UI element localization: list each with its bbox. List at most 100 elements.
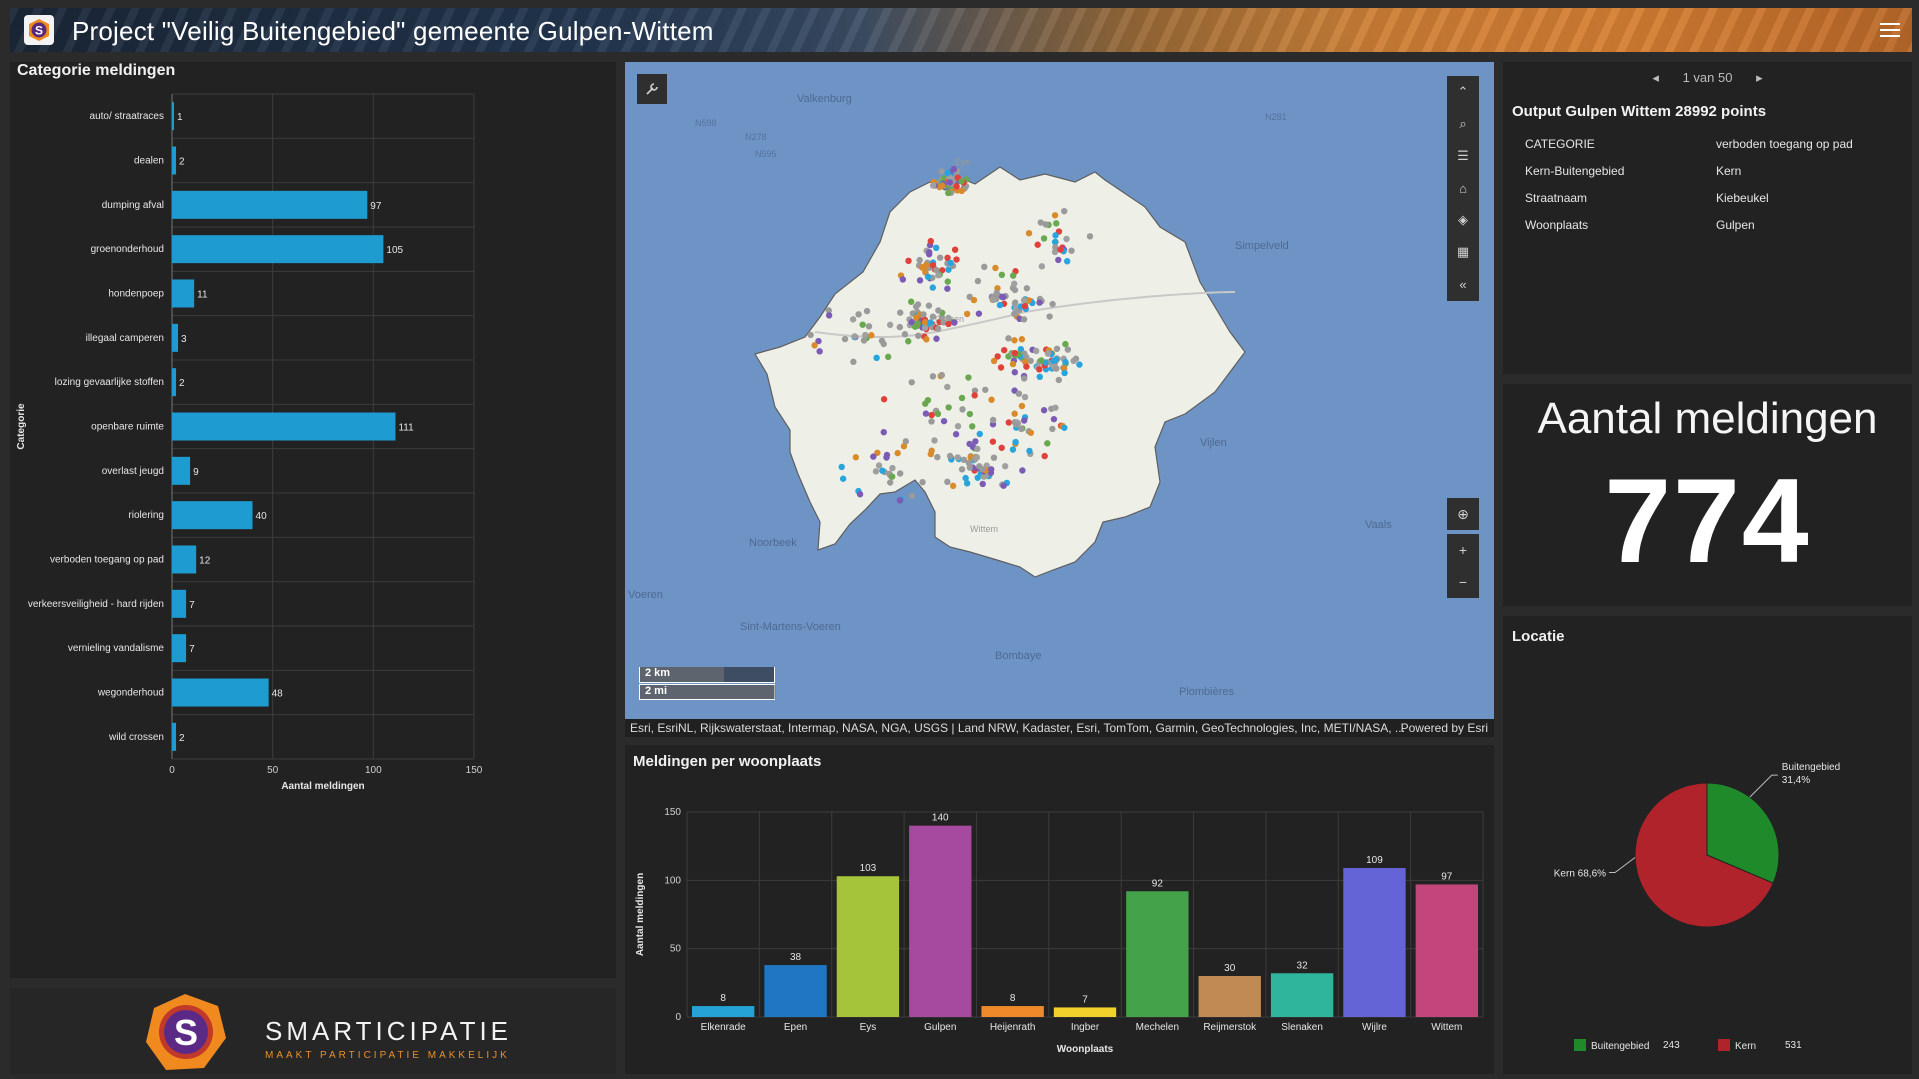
- woonplaats-bar[interactable]: [836, 876, 900, 1017]
- incident-point[interactable]: [953, 256, 960, 263]
- incident-point[interactable]: [886, 479, 894, 486]
- incident-point[interactable]: [894, 449, 901, 457]
- incident-point[interactable]: [880, 340, 887, 348]
- category-bar[interactable]: [172, 279, 195, 308]
- category-bar[interactable]: [172, 323, 179, 352]
- category-bar[interactable]: [172, 501, 253, 530]
- incident-point[interactable]: [927, 319, 934, 326]
- incident-point[interactable]: [1011, 310, 1018, 318]
- incident-point[interactable]: [949, 482, 957, 490]
- woonplaats-bar[interactable]: [764, 965, 827, 1017]
- incident-point[interactable]: [905, 257, 912, 265]
- incident-point[interactable]: [924, 273, 932, 280]
- incident-point[interactable]: [973, 454, 981, 461]
- incident-point[interactable]: [1023, 363, 1030, 370]
- incident-point[interactable]: [1013, 421, 1020, 428]
- basemap-icon[interactable]: ▦: [1447, 236, 1479, 268]
- expand-icon[interactable]: «: [1447, 268, 1479, 300]
- incident-point[interactable]: [1038, 263, 1046, 270]
- incident-point[interactable]: [1001, 346, 1008, 354]
- incident-point[interactable]: [896, 323, 904, 331]
- next-icon[interactable]: ▸: [1756, 70, 1763, 85]
- incident-point[interactable]: [936, 254, 944, 261]
- incident-point[interactable]: [945, 404, 952, 411]
- incident-point[interactable]: [1027, 357, 1034, 365]
- incident-point[interactable]: [896, 497, 904, 504]
- incident-point[interactable]: [1068, 247, 1075, 254]
- incident-point[interactable]: [1057, 246, 1064, 253]
- incident-point[interactable]: [1044, 440, 1051, 447]
- woonplaats-bar[interactable]: [1415, 884, 1478, 1017]
- incident-point[interactable]: [944, 278, 951, 285]
- incident-point[interactable]: [852, 454, 860, 461]
- collapse-icon[interactable]: ⌃: [1447, 76, 1479, 108]
- incident-point[interactable]: [855, 311, 862, 318]
- incident-point[interactable]: [1011, 369, 1019, 376]
- incident-point[interactable]: [880, 428, 887, 436]
- incident-point[interactable]: [920, 311, 927, 318]
- powered-by-esri[interactable]: Powered by Esri: [1401, 721, 1488, 735]
- incident-point[interactable]: [1040, 235, 1048, 242]
- incident-point[interactable]: [1086, 233, 1094, 240]
- incident-point[interactable]: [1020, 297, 1028, 304]
- category-bar[interactable]: [172, 368, 177, 397]
- map-edit-tool-button[interactable]: [637, 74, 667, 104]
- incident-point[interactable]: [951, 319, 958, 326]
- incident-point[interactable]: [992, 264, 999, 272]
- woonplaats-bar[interactable]: [1198, 976, 1261, 1017]
- incident-point[interactable]: [959, 406, 966, 413]
- incident-point[interactable]: [1053, 345, 1061, 353]
- map-view[interactable]: Valkenburg Simpelveld Vijlen Vaals Noorb…: [625, 62, 1494, 720]
- incident-point[interactable]: [851, 333, 858, 340]
- incident-point[interactable]: [998, 271, 1006, 279]
- incident-point[interactable]: [908, 298, 915, 305]
- incident-point[interactable]: [860, 337, 868, 344]
- woonplaats-bar[interactable]: [909, 825, 972, 1017]
- incident-point[interactable]: [1005, 419, 1012, 426]
- incident-point[interactable]: [938, 168, 945, 175]
- incident-point[interactable]: [945, 314, 952, 322]
- incident-point[interactable]: [958, 187, 965, 195]
- incident-point[interactable]: [929, 373, 937, 380]
- incident-point[interactable]: [1021, 302, 1029, 310]
- incident-point[interactable]: [951, 246, 959, 253]
- incident-point[interactable]: [1023, 285, 1031, 292]
- incident-point[interactable]: [868, 332, 875, 339]
- incident-point[interactable]: [916, 256, 923, 264]
- woonplaats-bar[interactable]: [1053, 1007, 1117, 1017]
- incident-point[interactable]: [838, 463, 845, 471]
- incident-point[interactable]: [929, 284, 936, 291]
- category-bar[interactable]: [172, 412, 396, 441]
- category-bar[interactable]: [172, 235, 384, 264]
- incident-point[interactable]: [925, 302, 933, 309]
- incident-point[interactable]: [1000, 482, 1007, 489]
- incident-point[interactable]: [908, 379, 915, 386]
- incident-point[interactable]: [1064, 346, 1072, 353]
- incident-point[interactable]: [974, 474, 981, 481]
- incident-point[interactable]: [850, 358, 857, 366]
- category-bar[interactable]: [172, 102, 175, 131]
- incident-point[interactable]: [945, 189, 952, 197]
- incident-point[interactable]: [1021, 393, 1029, 401]
- incident-point[interactable]: [1009, 360, 1017, 368]
- incident-point[interactable]: [1020, 316, 1028, 323]
- incident-point[interactable]: [944, 285, 951, 292]
- incident-point[interactable]: [886, 321, 894, 329]
- incident-point[interactable]: [1052, 232, 1059, 239]
- incident-point[interactable]: [901, 331, 909, 338]
- incident-point[interactable]: [1019, 467, 1026, 474]
- incident-point[interactable]: [816, 348, 823, 355]
- incident-point[interactable]: [940, 417, 948, 425]
- incident-point[interactable]: [1012, 438, 1019, 446]
- incident-point[interactable]: [931, 437, 938, 444]
- incident-point[interactable]: [841, 335, 849, 343]
- incident-point[interactable]: [928, 411, 935, 419]
- incident-point[interactable]: [928, 418, 935, 425]
- incident-point[interactable]: [1020, 375, 1028, 382]
- incident-point[interactable]: [965, 374, 972, 381]
- incident-point[interactable]: [1044, 350, 1052, 357]
- incident-point[interactable]: [989, 416, 997, 424]
- incident-point[interactable]: [872, 468, 880, 475]
- incident-point[interactable]: [929, 182, 937, 189]
- incident-point[interactable]: [922, 261, 930, 269]
